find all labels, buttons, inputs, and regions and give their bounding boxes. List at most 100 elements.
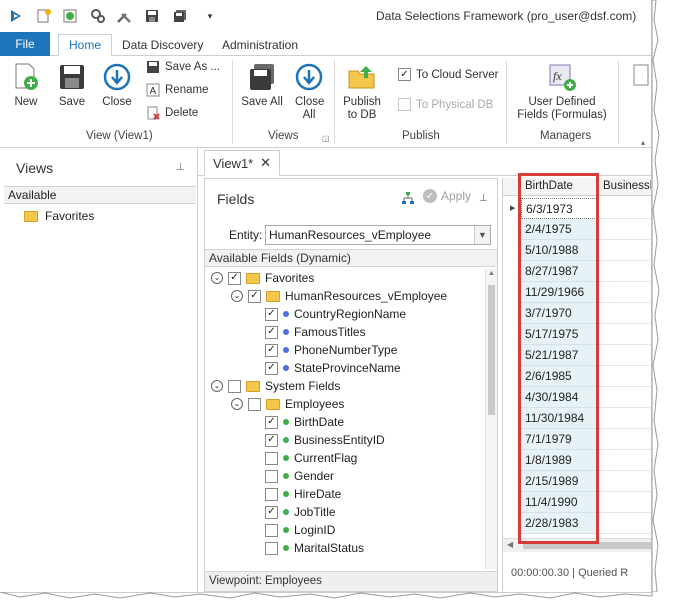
save-all-disk-icon[interactable] xyxy=(170,6,190,26)
close-button[interactable]: Close xyxy=(98,62,136,108)
customize-qat-chevron-icon[interactable]: ▾ xyxy=(200,6,220,26)
grid-cell-birthdate[interactable]: 5/10/1988 xyxy=(521,240,597,261)
delete-label: Delete xyxy=(165,107,199,119)
tree-field-row[interactable]: ✓ FamousTitles xyxy=(265,323,366,341)
tree-checkbox[interactable]: ✓ xyxy=(265,433,278,447)
save-all-button[interactable]: Save All xyxy=(240,62,284,108)
collapse-icon[interactable]: ⌄ xyxy=(231,290,243,302)
scrollbar-thumb[interactable] xyxy=(488,285,495,415)
grid-cell-birthdate[interactable]: 2/6/1985 xyxy=(521,366,597,387)
tree-checkbox[interactable] xyxy=(265,541,278,555)
pin-icon[interactable]: ⊥ xyxy=(176,162,185,173)
hierarchy-icon[interactable] xyxy=(401,191,415,208)
field-dot-icon xyxy=(283,329,289,335)
collapse-icon[interactable]: ⌄ xyxy=(211,380,223,392)
save-as-button[interactable]: Save As ... xyxy=(146,60,220,74)
tree-item-label: Favorites xyxy=(265,271,315,285)
tree-field-row[interactable]: ✓ CountryRegionName xyxy=(265,305,406,323)
grid-cell-birthdate[interactable]: 8/27/1987 xyxy=(521,261,597,282)
tree-field-row[interactable]: CurrentFlag xyxy=(265,449,357,467)
tree-folder-row[interactable]: ⌄ ✓ HumanResources_vEmployee xyxy=(231,287,447,305)
vertical-scrollbar[interactable]: ▲ xyxy=(485,269,497,569)
grid-cell-birthdate[interactable]: 7/1/1979 xyxy=(521,429,597,450)
tab-administration[interactable]: Administration xyxy=(212,34,308,56)
close-tab-icon[interactable]: ✕ xyxy=(260,155,271,171)
tree-checkbox[interactable] xyxy=(248,397,261,411)
tree-folder-row[interactable]: ⌄ Employees xyxy=(231,395,344,413)
tree-field-row[interactable]: ✓ StateProvinceName xyxy=(265,359,401,377)
grid-cell-birthdate[interactable]: 6/3/1973 xyxy=(521,198,597,219)
publish-to-db-button[interactable]: Publish to DB xyxy=(340,62,384,122)
grid-cell-birthdate[interactable]: 11/4/1990 xyxy=(521,492,597,513)
app-logo-icon xyxy=(6,6,26,26)
save-disk-icon[interactable] xyxy=(142,6,162,26)
grid-cell-birthdate[interactable]: 11/29/1966 xyxy=(521,282,597,303)
tab-view1[interactable]: View1* ✕ xyxy=(204,150,280,176)
scroll-left-icon[interactable]: ◀ xyxy=(507,540,513,549)
rename-button[interactable]: A Rename xyxy=(146,83,208,97)
tools-icon[interactable] xyxy=(114,6,134,26)
views-dialog-launcher-icon[interactable]: ◲ xyxy=(322,134,330,143)
tree-checkbox[interactable] xyxy=(265,451,278,465)
tab-home[interactable]: Home xyxy=(58,34,113,56)
tree-field-row[interactable]: HireDate xyxy=(265,485,341,503)
tree-item-label: CurrentFlag xyxy=(294,451,358,465)
ribbon-options-icon[interactable]: ▴ xyxy=(641,138,645,147)
tree-checkbox[interactable]: ✓ xyxy=(228,271,241,285)
pin-icon[interactable]: ⊥ xyxy=(479,193,488,204)
user-defined-fields-button[interactable]: fx User Defined Fields (Formulas) xyxy=(512,62,612,122)
cut-off-ribbon-button[interactable] xyxy=(628,62,651,96)
close-all-button[interactable]: Close All xyxy=(290,62,328,122)
tree-checkbox[interactable]: ✓ xyxy=(265,325,278,339)
grid-cell-birthdate[interactable]: 5/17/1975 xyxy=(521,324,597,345)
tree-checkbox[interactable]: ✓ xyxy=(265,505,278,519)
views-list-item[interactable]: Favorites xyxy=(24,209,94,223)
tree-field-row[interactable]: ✓ JobTitle xyxy=(265,503,336,521)
tab-file[interactable]: File xyxy=(0,32,50,56)
collapse-icon[interactable]: ⌄ xyxy=(211,272,223,284)
grid-cell-birthdate[interactable]: 2/28/1983 xyxy=(521,513,597,534)
grid-cell-birthdate[interactable]: 4/30/1984 xyxy=(521,387,597,408)
tree-checkbox[interactable]: ✓ xyxy=(265,307,278,321)
new-button[interactable]: New xyxy=(8,62,44,108)
tree-field-row[interactable]: LoginID xyxy=(265,521,335,539)
tree-checkbox[interactable]: ✓ xyxy=(265,361,278,375)
new-wizard-icon[interactable] xyxy=(34,6,54,26)
scrollbar-thumb[interactable] xyxy=(523,542,651,549)
column-header-businessentityid[interactable]: BusinessE xyxy=(599,178,651,196)
tree-field-row[interactable]: ✓ PhoneNumberType xyxy=(265,341,397,359)
tree-checkbox[interactable]: ✓ xyxy=(265,415,278,429)
tree-folder-row[interactable]: ⌄ System Fields xyxy=(211,377,340,395)
tree-checkbox[interactable]: ✓ xyxy=(248,289,261,303)
grid-cell-birthdate[interactable]: 5/21/1987 xyxy=(521,345,597,366)
grid-cell-birthdate[interactable]: 2/4/1975 xyxy=(521,219,597,240)
grid-cell-birthdate[interactable]: 11/30/1984 xyxy=(521,408,597,429)
tree-checkbox[interactable] xyxy=(265,523,278,537)
tree-checkbox[interactable]: ✓ xyxy=(265,343,278,357)
scroll-up-icon[interactable]: ▲ xyxy=(488,270,495,277)
tree-field-row[interactable]: MaritalStatus xyxy=(265,539,364,557)
refresh-icon[interactable] xyxy=(60,6,80,26)
grid-cell-birthdate[interactable]: 1/8/1989 xyxy=(521,450,597,471)
apply-button[interactable]: ✓ Apply xyxy=(423,189,471,203)
tree-checkbox[interactable] xyxy=(265,469,278,483)
to-cloud-server-checkbox[interactable]: ✓ To Cloud Server xyxy=(398,68,498,81)
settings-gears-icon[interactable] xyxy=(88,6,108,26)
horizontal-scrollbar[interactable]: ◀ xyxy=(503,538,651,552)
tree-checkbox[interactable] xyxy=(228,379,241,393)
column-header-birthdate[interactable]: BirthDate xyxy=(521,178,599,196)
chevron-down-icon[interactable]: ▼ xyxy=(474,226,490,244)
tree-folder-row[interactable]: ⌄ ✓ Favorites xyxy=(211,269,314,287)
delete-button[interactable]: Delete xyxy=(146,106,198,120)
collapse-icon[interactable]: ⌄ xyxy=(231,398,243,410)
grid-cell-birthdate[interactable]: 2/15/1989 xyxy=(521,471,597,492)
entity-select[interactable]: HumanResources_vEmployee ▼ xyxy=(265,225,491,245)
grid-cell-birthdate[interactable]: 3/7/1970 xyxy=(521,303,597,324)
tree-field-row[interactable]: ✓ BirthDate xyxy=(265,413,344,431)
save-button[interactable]: Save xyxy=(52,62,92,108)
tree-item-label: HumanResources_vEmployee xyxy=(285,289,448,303)
tree-field-row[interactable]: ✓ BusinessEntityID xyxy=(265,431,385,449)
tree-checkbox[interactable] xyxy=(265,487,278,501)
tree-field-row[interactable]: Gender xyxy=(265,467,334,485)
tab-data-discovery[interactable]: Data Discovery xyxy=(112,34,213,56)
